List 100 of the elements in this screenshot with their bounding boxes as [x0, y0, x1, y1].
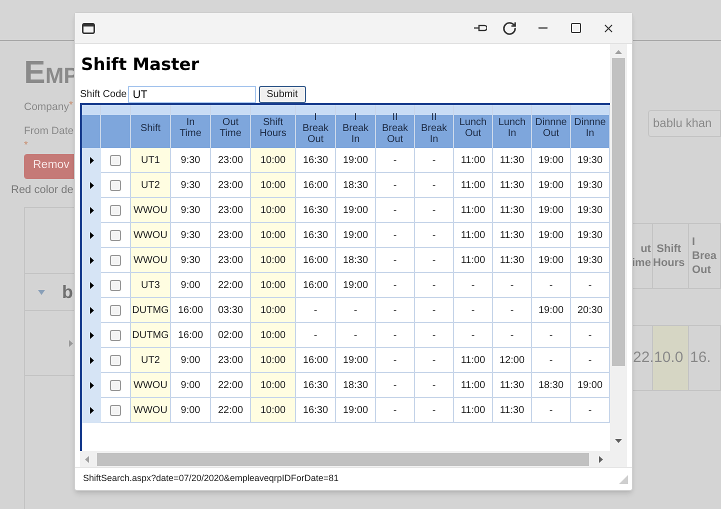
table-cell: WWOU — [131, 248, 171, 273]
table-cell: 16:00 — [296, 248, 336, 273]
table-cell: - — [415, 298, 454, 323]
field-label: Company — [24, 100, 69, 115]
table-cell: 19:00 — [336, 223, 376, 248]
pin-icon[interactable] — [474, 24, 487, 32]
scroll-thumb[interactable] — [612, 58, 625, 366]
submit-button[interactable]: Submit — [258, 86, 306, 103]
row-checkbox[interactable] — [110, 154, 121, 166]
expand-icon[interactable] — [90, 307, 94, 314]
row-checkbox[interactable] — [110, 254, 121, 266]
row-checkbox[interactable] — [110, 404, 121, 416]
table-cell: 10:00 — [251, 373, 296, 398]
table-cell: UT2 — [131, 348, 171, 373]
table-cell: - — [415, 223, 454, 248]
table-cell: - — [415, 173, 454, 198]
table-cell: - — [376, 173, 415, 198]
expand-icon[interactable] — [90, 157, 94, 164]
expand-icon[interactable] — [90, 282, 94, 289]
table-cell: 11:00 — [454, 148, 493, 173]
table-cell: WWOU — [131, 223, 171, 248]
close-icon[interactable] — [602, 22, 615, 34]
scroll-thumb[interactable] — [97, 452, 589, 466]
row-checkbox[interactable] — [110, 180, 121, 190]
table-cell: - — [376, 323, 415, 348]
table-cell: 10:00 — [251, 323, 296, 348]
table-cell: - — [454, 323, 493, 348]
refresh-icon[interactable] — [502, 20, 517, 36]
scroll-right-icon[interactable] — [599, 456, 603, 462]
caret-icon[interactable] — [38, 290, 45, 294]
table-cell: - — [376, 148, 415, 173]
table-cell: 19:30 — [571, 173, 610, 198]
table-cell: - — [571, 398, 610, 423]
table-cell: 11:00 — [454, 223, 493, 248]
table-cell: 19:30 — [571, 198, 610, 223]
table-cell: 02:00 — [211, 323, 251, 348]
table-cell: 9:00 — [171, 348, 211, 373]
table-cell: - — [415, 148, 454, 173]
table-cell: 23:00 — [211, 223, 251, 248]
table-cell: 23:00 — [211, 198, 251, 223]
row-checkbox[interactable] — [110, 230, 121, 240]
expand-icon[interactable] — [90, 232, 94, 239]
table-cell: - — [415, 398, 454, 423]
table-cell: - — [376, 223, 415, 248]
table-cell: 22:00 — [211, 373, 251, 398]
table-cell: 19:00 — [532, 173, 571, 198]
table-cell: - — [415, 273, 454, 298]
expand-icon[interactable] — [90, 257, 94, 264]
table-cell: - — [415, 373, 454, 398]
resize-grip-icon[interactable] — [619, 474, 628, 484]
table-cell: 11:30 — [493, 373, 532, 398]
row-checkbox[interactable] — [110, 204, 121, 216]
table-cell: 19:00 — [532, 248, 571, 273]
column-header: I Brea Out — [689, 224, 721, 288]
expand-icon[interactable] — [90, 182, 94, 189]
scroll-down-icon[interactable] — [615, 439, 622, 443]
required-mark: * — [24, 140, 28, 152]
expand-icon[interactable] — [90, 207, 94, 214]
table-cell: 20:30 — [571, 298, 610, 323]
table-cell: 10:00 — [251, 148, 296, 173]
table-cell: 10:00 — [251, 223, 296, 248]
table-cell: DUTMG — [131, 323, 171, 348]
table-cell: WWOU — [131, 398, 171, 423]
expand-icon[interactable] — [90, 357, 94, 364]
row-checkbox[interactable] — [110, 330, 121, 340]
table-cell: 10.0 — [653, 326, 689, 390]
row-checkbox[interactable] — [110, 304, 121, 316]
table-cell: - — [493, 298, 532, 323]
table-cell: - — [376, 298, 415, 323]
maximize-icon[interactable] — [570, 22, 582, 34]
popup-heading: Shift Master — [81, 54, 200, 76]
table-cell: 11:30 — [493, 248, 532, 273]
table-cell: - — [415, 198, 454, 223]
table-cell: - — [415, 348, 454, 373]
table-cell: 9:30 — [171, 223, 211, 248]
scroll-left-icon[interactable] — [85, 456, 89, 462]
expand-icon[interactable] — [90, 332, 94, 339]
table-cell: - — [571, 273, 610, 298]
page-heading: EMP — [24, 54, 74, 92]
horizontal-scrollbar[interactable] — [80, 451, 610, 467]
vertical-scrollbar[interactable] — [610, 44, 627, 451]
table-cell: - — [454, 273, 493, 298]
table-cell: - — [376, 373, 415, 398]
table-cell: UT1 — [131, 148, 171, 173]
expand-icon[interactable] — [90, 382, 94, 389]
row-checkbox[interactable] — [110, 354, 121, 366]
table-cell: 10:00 — [251, 248, 296, 273]
scroll-up-icon[interactable] — [615, 50, 622, 54]
table-cell: - — [532, 398, 571, 423]
expand-icon[interactable] — [90, 407, 94, 414]
table-cell: 11:00 — [454, 398, 493, 423]
column-header: Shift Hours — [653, 224, 689, 288]
required-mark: * — [68, 100, 73, 111]
table-cell: - — [493, 323, 532, 348]
table-cell: 11:30 — [493, 398, 532, 423]
table-cell: - — [376, 398, 415, 423]
shift-code-field[interactable]: UT — [128, 86, 256, 103]
row-checkbox[interactable] — [110, 380, 121, 390]
table-cell: 9:00 — [171, 373, 211, 398]
row-checkbox[interactable] — [110, 280, 121, 290]
